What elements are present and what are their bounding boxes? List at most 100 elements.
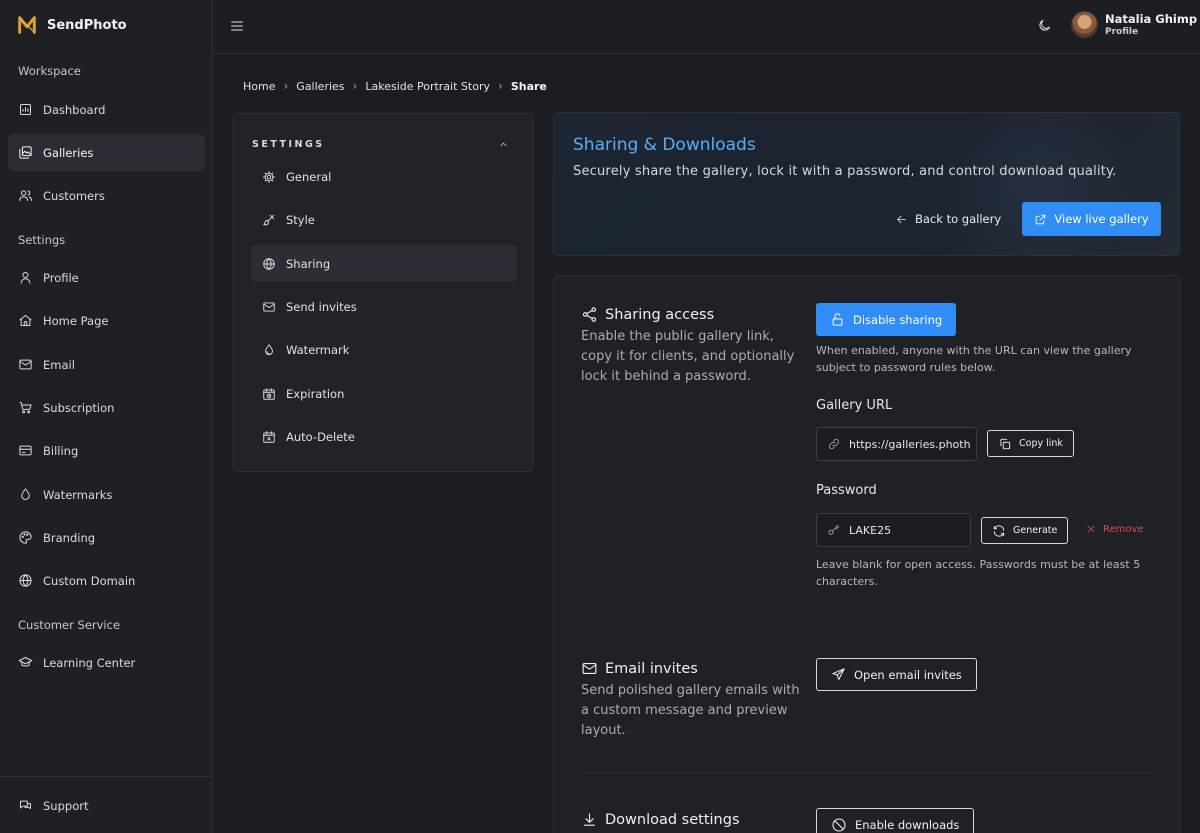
sidebar-item-branding[interactable]: Branding	[8, 519, 205, 556]
disable-sharing-label: Disable sharing	[853, 312, 943, 327]
email-invites-description: Send polished gallery emails with a cust…	[581, 683, 800, 738]
chat-icon	[20, 800, 31, 810]
sidebar-item-label: Billing	[43, 443, 79, 458]
sidebar-item-subscription[interactable]: Subscription	[8, 389, 205, 426]
sharing-access-description: Enable the public gallery link, copy it …	[581, 329, 795, 384]
sharing-access-title: Sharing access	[581, 306, 714, 323]
view-live-gallery-button[interactable]: View live gallery	[1022, 202, 1161, 236]
settings-item-general[interactable]: General	[251, 158, 517, 195]
copy-link-label: Copy link	[1019, 438, 1063, 449]
palette-icon	[19, 531, 32, 544]
settings-item-style[interactable]: Style	[251, 201, 517, 238]
back-to-gallery-button[interactable]: Back to gallery	[895, 212, 1001, 226]
disable-sharing-button[interactable]: Disable sharing	[816, 303, 957, 336]
sidebar: SendPhoto Workspace Dashboard Galleries …	[0, 0, 213, 833]
mail-icon	[263, 301, 275, 312]
sidebar-item-label: Subscription	[43, 400, 115, 415]
key-icon	[828, 524, 840, 535]
generate-password-button[interactable]: Generate	[981, 517, 1069, 544]
sidebar-item-email[interactable]: Email	[8, 346, 205, 383]
breadcrumb-current: Share	[510, 79, 547, 93]
settings-heading: SETTINGS	[252, 139, 325, 150]
settings-item-auto-delete[interactable]: Auto-Delete	[251, 418, 517, 455]
settings-item-sharing[interactable]: Sharing	[251, 245, 517, 282]
page-subtitle: Securely share the gallery, lock it with…	[573, 164, 1117, 179]
remove-label: Remove	[1103, 523, 1144, 535]
gear-icon	[262, 170, 276, 183]
chevron-right-icon: ›	[352, 79, 358, 93]
page-title: Sharing & Downloads	[573, 135, 756, 155]
breadcrumb: Home › Galleries › Lakeside Portrait Sto…	[243, 79, 547, 93]
chevron-right-icon: ›	[283, 79, 289, 93]
avatar	[1071, 11, 1098, 38]
settings-item-label: Expiration	[286, 386, 345, 401]
sharing-settings-card: Sharing access Enable the public gallery…	[553, 275, 1180, 833]
section-title-workspace: Workspace	[18, 64, 81, 78]
back-to-gallery-label: Back to gallery	[915, 212, 1002, 226]
settings-item-label: Watermark	[286, 342, 350, 357]
users-icon	[19, 190, 32, 201]
sidebar-item-watermarks[interactable]: Watermarks	[8, 476, 205, 513]
gallery-icon	[19, 146, 32, 159]
home-icon	[19, 315, 32, 326]
open-email-invites-button[interactable]: Open email invites	[816, 658, 977, 691]
breadcrumb-home[interactable]: Home	[243, 80, 275, 93]
breadcrumb-gallery[interactable]: Lakeside Portrait Story	[365, 80, 490, 93]
gallery-url-field[interactable]	[816, 427, 977, 461]
sidebar-item-label: Learning Center	[43, 655, 136, 670]
send-icon	[832, 668, 845, 680]
sidebar-item-label: Custom Domain	[43, 573, 136, 588]
settings-panel: SETTINGS General Style Sharing Send invi…	[233, 113, 534, 472]
sidebar-item-dashboard[interactable]: Dashboard	[8, 91, 205, 128]
sharing-access-title-text: Sharing access	[605, 306, 715, 323]
chevron-right-icon: ›	[498, 79, 503, 93]
topbar: Natalia Ghimp Profile	[213, 0, 1200, 54]
download-settings-title-text: Download settings	[605, 811, 740, 828]
settings-item-expiration[interactable]: Expiration	[251, 375, 517, 412]
sidebar-item-home-page[interactable]: Home Page	[8, 302, 205, 339]
remove-password-button[interactable]: Remove	[1085, 523, 1144, 535]
gallery-url-input[interactable]	[849, 437, 976, 451]
sidebar-item-billing[interactable]: Billing	[8, 432, 205, 469]
sidebar-item-customers[interactable]: Customers	[8, 177, 205, 214]
brand[interactable]: SendPhoto	[16, 14, 127, 36]
settings-item-label: Auto-Delete	[286, 429, 355, 444]
sidebar-item-label: Branding	[43, 530, 96, 545]
password-field[interactable]	[816, 513, 971, 547]
user-menu[interactable]: Natalia Ghimp Profile	[1071, 11, 1197, 38]
section-divider	[582, 773, 1152, 774]
calendar-clock-icon	[263, 387, 275, 400]
password-label: Password	[816, 483, 877, 498]
password-input[interactable]	[849, 523, 970, 537]
copy-link-button[interactable]: Copy link	[987, 430, 1074, 457]
sidebar-item-label: Dashboard	[43, 102, 106, 117]
chevron-up-icon[interactable]	[498, 139, 509, 150]
sidebar-item-galleries[interactable]: Galleries	[8, 134, 205, 171]
moon-icon[interactable]	[1037, 18, 1052, 33]
settings-item-watermark[interactable]: Watermark	[251, 331, 517, 368]
settings-item-send-invites[interactable]: Send invites	[251, 288, 517, 325]
sidebar-item-label: Home Page	[43, 313, 109, 328]
sidebar-footer: Support	[0, 776, 213, 833]
sidebar-item-support[interactable]: Support	[8, 787, 205, 824]
globe-icon	[263, 257, 275, 270]
ban-icon	[832, 817, 846, 832]
download-icon	[583, 813, 596, 826]
share-icon	[582, 307, 597, 322]
hamburger-menu-icon[interactable]	[229, 18, 245, 34]
sidebar-item-label: Profile	[43, 270, 79, 285]
brush-icon	[263, 214, 275, 225]
sidebar-item-profile[interactable]: Profile	[8, 259, 205, 296]
arrow-left-icon	[897, 215, 906, 223]
enable-downloads-button[interactable]: Enable downloads	[816, 808, 975, 833]
user-name: Natalia Ghimp	[1105, 11, 1198, 26]
enable-downloads-label: Enable downloads	[855, 817, 960, 832]
email-invites-title-text: Email invites	[605, 660, 698, 677]
graduation-cap-icon	[18, 657, 33, 667]
sidebar-item-label: Galleries	[43, 145, 94, 160]
sidebar-item-custom-domain[interactable]: Custom Domain	[8, 562, 205, 599]
password-help-text: Leave blank for open access. Passwords m…	[816, 558, 1141, 588]
settings-item-label: Style	[286, 212, 315, 227]
sidebar-item-learning-center[interactable]: Learning Center	[8, 644, 205, 681]
breadcrumb-galleries[interactable]: Galleries	[296, 80, 344, 93]
